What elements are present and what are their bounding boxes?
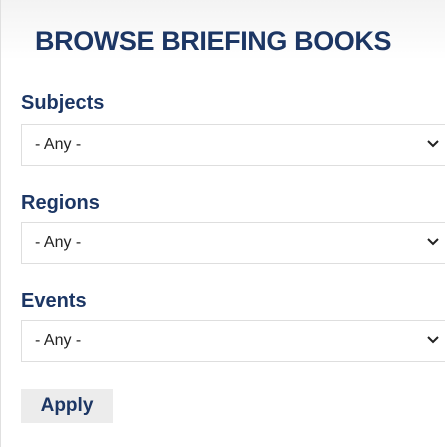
browse-briefing-books-panel: BROWSE BRIEFING BOOKS Subjects - Any - R… (0, 0, 445, 447)
regions-select[interactable]: - Any - (21, 222, 445, 264)
chevron-down-icon (427, 140, 439, 148)
events-label: Events (21, 290, 87, 312)
subjects-label: Subjects (21, 92, 105, 114)
chevron-down-icon (427, 336, 439, 344)
regions-select-value: - Any - (35, 234, 82, 251)
subjects-select[interactable]: - Any - (21, 124, 445, 166)
events-select-value: - Any - (35, 332, 82, 349)
events-select[interactable]: - Any - (21, 320, 445, 362)
panel-title: BROWSE BRIEFING BOOKS (35, 26, 392, 56)
subjects-select-value: - Any - (35, 136, 82, 153)
regions-label: Regions (21, 192, 100, 214)
chevron-down-icon (427, 238, 439, 246)
apply-button[interactable]: Apply (21, 389, 113, 423)
